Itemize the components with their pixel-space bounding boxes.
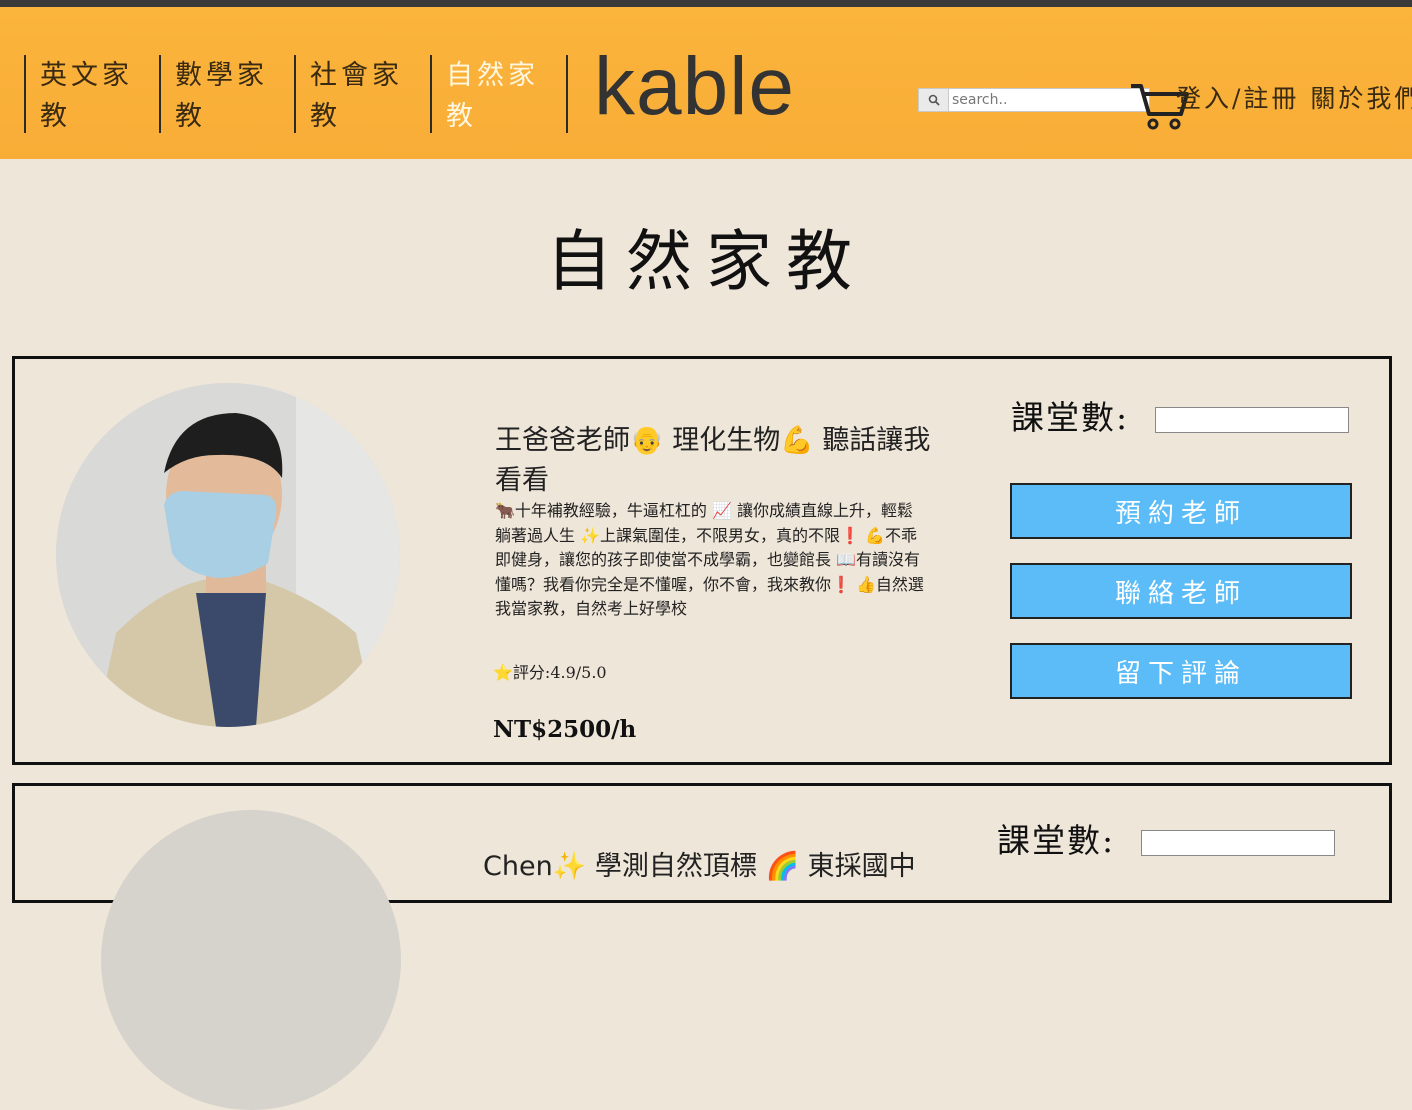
lesson-count-label: 課堂數: (1011, 398, 1130, 437)
nav-math-tutor[interactable]: 數學家教 (159, 55, 291, 133)
teacher-name: Chen✨ 學測自然頂標 🌈 東採國中 (483, 851, 916, 882)
teacher-avatar (101, 810, 401, 1110)
nav-social-tutor[interactable]: 社會家教 (294, 55, 426, 133)
nav-english-tutor[interactable]: 英文家教 (24, 55, 156, 133)
lesson-count-input[interactable] (1155, 407, 1349, 433)
teacher-rating: ⭐評分:4.9/5.0 (493, 663, 607, 682)
leave-review-button[interactable]: 留下評論 (1010, 643, 1352, 699)
lesson-count-input[interactable] (1141, 830, 1335, 856)
login-register-about-links[interactable]: 登入/註冊 關於我們 (1176, 79, 1412, 115)
top-strip (0, 0, 1412, 7)
teacher-name: 王爸爸老師👴 理化生物💪 聽話讓我看看 (495, 425, 931, 496)
teacher-avatar (56, 383, 400, 727)
book-teacher-button[interactable]: 預約老師 (1010, 483, 1352, 539)
search-box (918, 88, 1150, 112)
search-input[interactable] (950, 89, 1150, 111)
contact-teacher-button[interactable]: 聯絡老師 (1010, 563, 1352, 619)
teacher-card: Chen✨ 學測自然頂標 🌈 東採國中 課堂數: (12, 783, 1392, 1110)
lesson-count-label: 課堂數: (997, 821, 1116, 860)
nav-divider (566, 55, 568, 133)
teacher-description: 🐂十年補教經驗，牛逼杠杠的 📈 讓你成績直線上升，輕鬆躺著過人生 ✨上課氣圍佳，… (495, 501, 924, 618)
search-icon[interactable] (919, 89, 949, 111)
site-header: 英文家教 數學家教 社會家教 自然家教 kable 登入/註冊 關於我們 (0, 7, 1412, 159)
page-title: 自然家教 (546, 223, 866, 300)
teacher-price: NT$2500/h (493, 716, 637, 743)
brand-logo[interactable]: kable (594, 37, 795, 137)
nav-science-tutor[interactable]: 自然家教 (430, 55, 562, 133)
teacher-card: 王爸爸老師👴 理化生物💪 聽話讓我看看 🐂十年補教經驗，牛逼杠杠的 📈 讓你成績… (12, 356, 1392, 765)
